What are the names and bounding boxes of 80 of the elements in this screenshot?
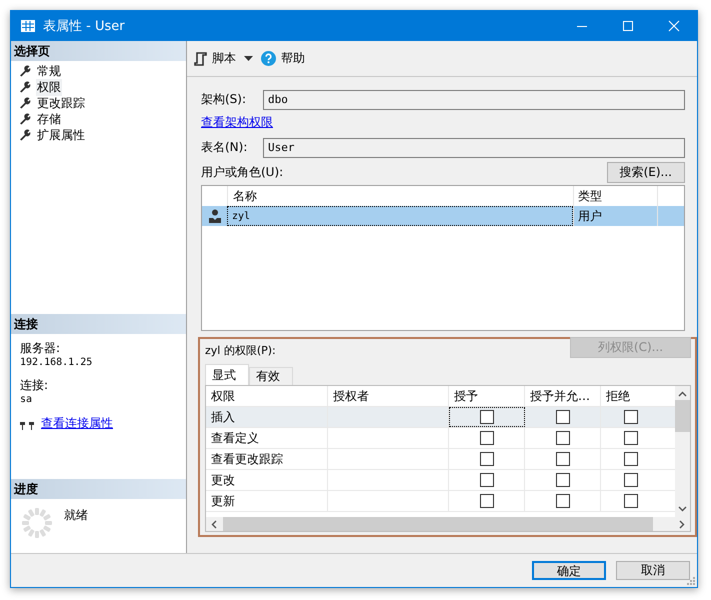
scroll-right-icon[interactable]	[679, 520, 685, 528]
schema-label: 架构(S):	[201, 91, 248, 108]
help-button[interactable]: 帮助	[261, 50, 305, 67]
scroll-thumb[interactable]	[675, 400, 690, 432]
sidebar-item[interactable]: 更改跟踪	[36, 94, 86, 112]
section-header: 选择页	[11, 41, 186, 61]
sidebar-item[interactable]: 存储	[36, 110, 62, 128]
section-header: 进度	[11, 479, 186, 499]
schema-field[interactable]: dbo	[263, 90, 685, 110]
schema-permissions-link[interactable]: 查看架构权限	[201, 114, 273, 131]
search-button[interactable]: 搜索(E)...	[606, 162, 685, 182]
checkbox[interactable]	[480, 452, 494, 466]
checkbox[interactable]	[624, 473, 638, 487]
checkbox[interactable]	[624, 431, 638, 445]
column-header[interactable]: 授权者	[328, 386, 449, 406]
vertical-scrollbar[interactable]	[675, 386, 690, 517]
checkbox[interactable]	[480, 431, 494, 445]
checkbox[interactable]	[556, 431, 570, 445]
connection-value: sa	[20, 394, 32, 405]
checkbox[interactable]	[480, 473, 494, 487]
ok-button[interactable]: 确定	[532, 561, 606, 580]
wrench-icon	[19, 97, 31, 109]
checkbox[interactable]	[624, 452, 638, 466]
sidebar-item[interactable]: 扩展属性	[36, 126, 86, 144]
connection-label: 连接:	[20, 377, 48, 394]
table-name-field[interactable]: User	[263, 138, 685, 158]
connection-properties-link[interactable]: 查看连接属性	[41, 415, 113, 432]
user-name-cell: zyl	[227, 206, 573, 226]
checkbox[interactable]	[624, 410, 638, 424]
server-value: 192.168.1.25	[20, 357, 92, 368]
permission-row[interactable]: 更改	[206, 470, 675, 491]
user-row[interactable]: zyl 用户	[202, 206, 684, 226]
checkbox[interactable]	[556, 494, 570, 508]
server-label: 服务器:	[20, 340, 60, 357]
permission-row[interactable]: 查看更改跟踪	[206, 449, 675, 470]
caret-icon[interactable]	[244, 56, 253, 61]
tab[interactable]: 显式	[205, 364, 249, 385]
help-icon	[261, 51, 276, 66]
permission-cell: 查看定义	[206, 428, 328, 448]
script-button[interactable]: 脚本	[194, 50, 236, 67]
user-type-cell: 用户	[573, 206, 658, 226]
resize-grip-icon	[687, 577, 696, 586]
permission-cell: 更新	[206, 491, 328, 511]
checkbox[interactable]	[556, 452, 570, 466]
permission-cell: 更改	[206, 470, 328, 490]
users-label: 用户或角色(U):	[201, 164, 284, 180]
tab[interactable]: 有效	[249, 367, 293, 385]
table-name-label: 表名(N):	[201, 139, 248, 156]
script-icon	[194, 52, 207, 66]
checkbox[interactable]	[556, 410, 570, 424]
wrench-icon	[19, 65, 31, 77]
wrench-icon	[19, 81, 31, 93]
sidebar-item[interactable]: 权限	[36, 78, 62, 96]
wrench-icon	[19, 113, 31, 125]
section-header: 连接	[11, 314, 186, 334]
permission-row[interactable]: 查看定义	[206, 428, 675, 449]
column-header[interactable]: 授予并允…	[525, 386, 601, 406]
window-title: 表属性 - User	[43, 18, 126, 35]
progress-status: 就绪	[64, 507, 88, 524]
spinner-icon	[21, 507, 53, 539]
checkbox[interactable]	[480, 494, 494, 508]
permissions-label: zyl 的权限(P):	[205, 343, 276, 358]
column-header[interactable]: 权限	[206, 386, 328, 406]
checkbox[interactable]	[556, 473, 570, 487]
wrench-icon	[19, 129, 31, 141]
permission-row[interactable]: 更新	[206, 491, 675, 512]
column-header[interactable]: 授予	[449, 386, 525, 406]
table-icon	[21, 20, 35, 32]
permission-row[interactable]: 插入	[206, 407, 675, 428]
scroll-left-icon[interactable]	[211, 520, 217, 528]
checkbox[interactable]	[480, 410, 494, 424]
scroll-up-icon[interactable]	[678, 391, 687, 397]
scroll-down-icon[interactable]	[678, 506, 687, 512]
permission-cell: 插入	[206, 407, 328, 427]
permission-cell: 查看更改跟踪	[206, 449, 328, 469]
user-icon	[208, 209, 220, 223]
column-header[interactable]: 拒绝	[601, 386, 661, 406]
checkbox[interactable]	[624, 494, 638, 508]
sidebar-item[interactable]: 常规	[36, 62, 62, 80]
cancel-button[interactable]: 取消	[616, 561, 690, 580]
